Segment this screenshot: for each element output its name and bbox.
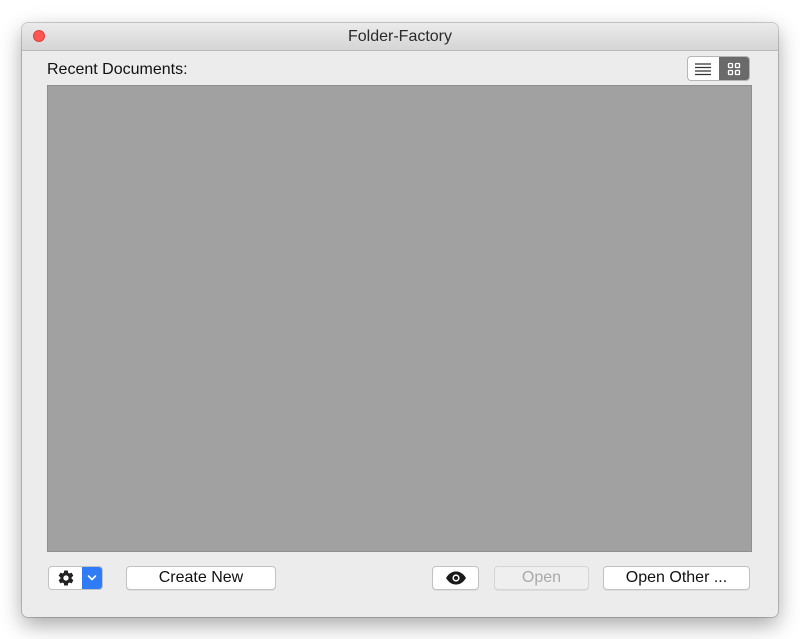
create-new-button[interactable]: Create New bbox=[126, 566, 276, 590]
preview-button[interactable] bbox=[432, 566, 479, 590]
recent-documents-label: Recent Documents: bbox=[47, 61, 188, 78]
recent-documents-list[interactable] bbox=[47, 85, 752, 552]
grid-view-button[interactable] bbox=[718, 57, 749, 80]
settings-dropdown-arrow[interactable] bbox=[82, 567, 102, 589]
title-bar[interactable]: Folder-Factory bbox=[22, 23, 778, 51]
eye-icon bbox=[445, 571, 466, 585]
list-view-icon bbox=[695, 62, 712, 75]
settings-button[interactable] bbox=[49, 567, 82, 589]
app-window: Folder-Factory Recent Documents: Create … bbox=[22, 23, 778, 617]
gear-icon bbox=[58, 570, 73, 586]
settings-menu-button[interactable] bbox=[48, 566, 103, 590]
open-other-button[interactable]: Open Other ... bbox=[603, 566, 750, 590]
chevron-down-icon bbox=[87, 575, 97, 581]
list-view-button[interactable] bbox=[688, 57, 719, 80]
window-title: Folder-Factory bbox=[347, 28, 453, 45]
view-mode-toggle[interactable] bbox=[687, 56, 750, 81]
open-button[interactable]: Open bbox=[494, 566, 589, 590]
grid-view-icon bbox=[727, 62, 740, 75]
